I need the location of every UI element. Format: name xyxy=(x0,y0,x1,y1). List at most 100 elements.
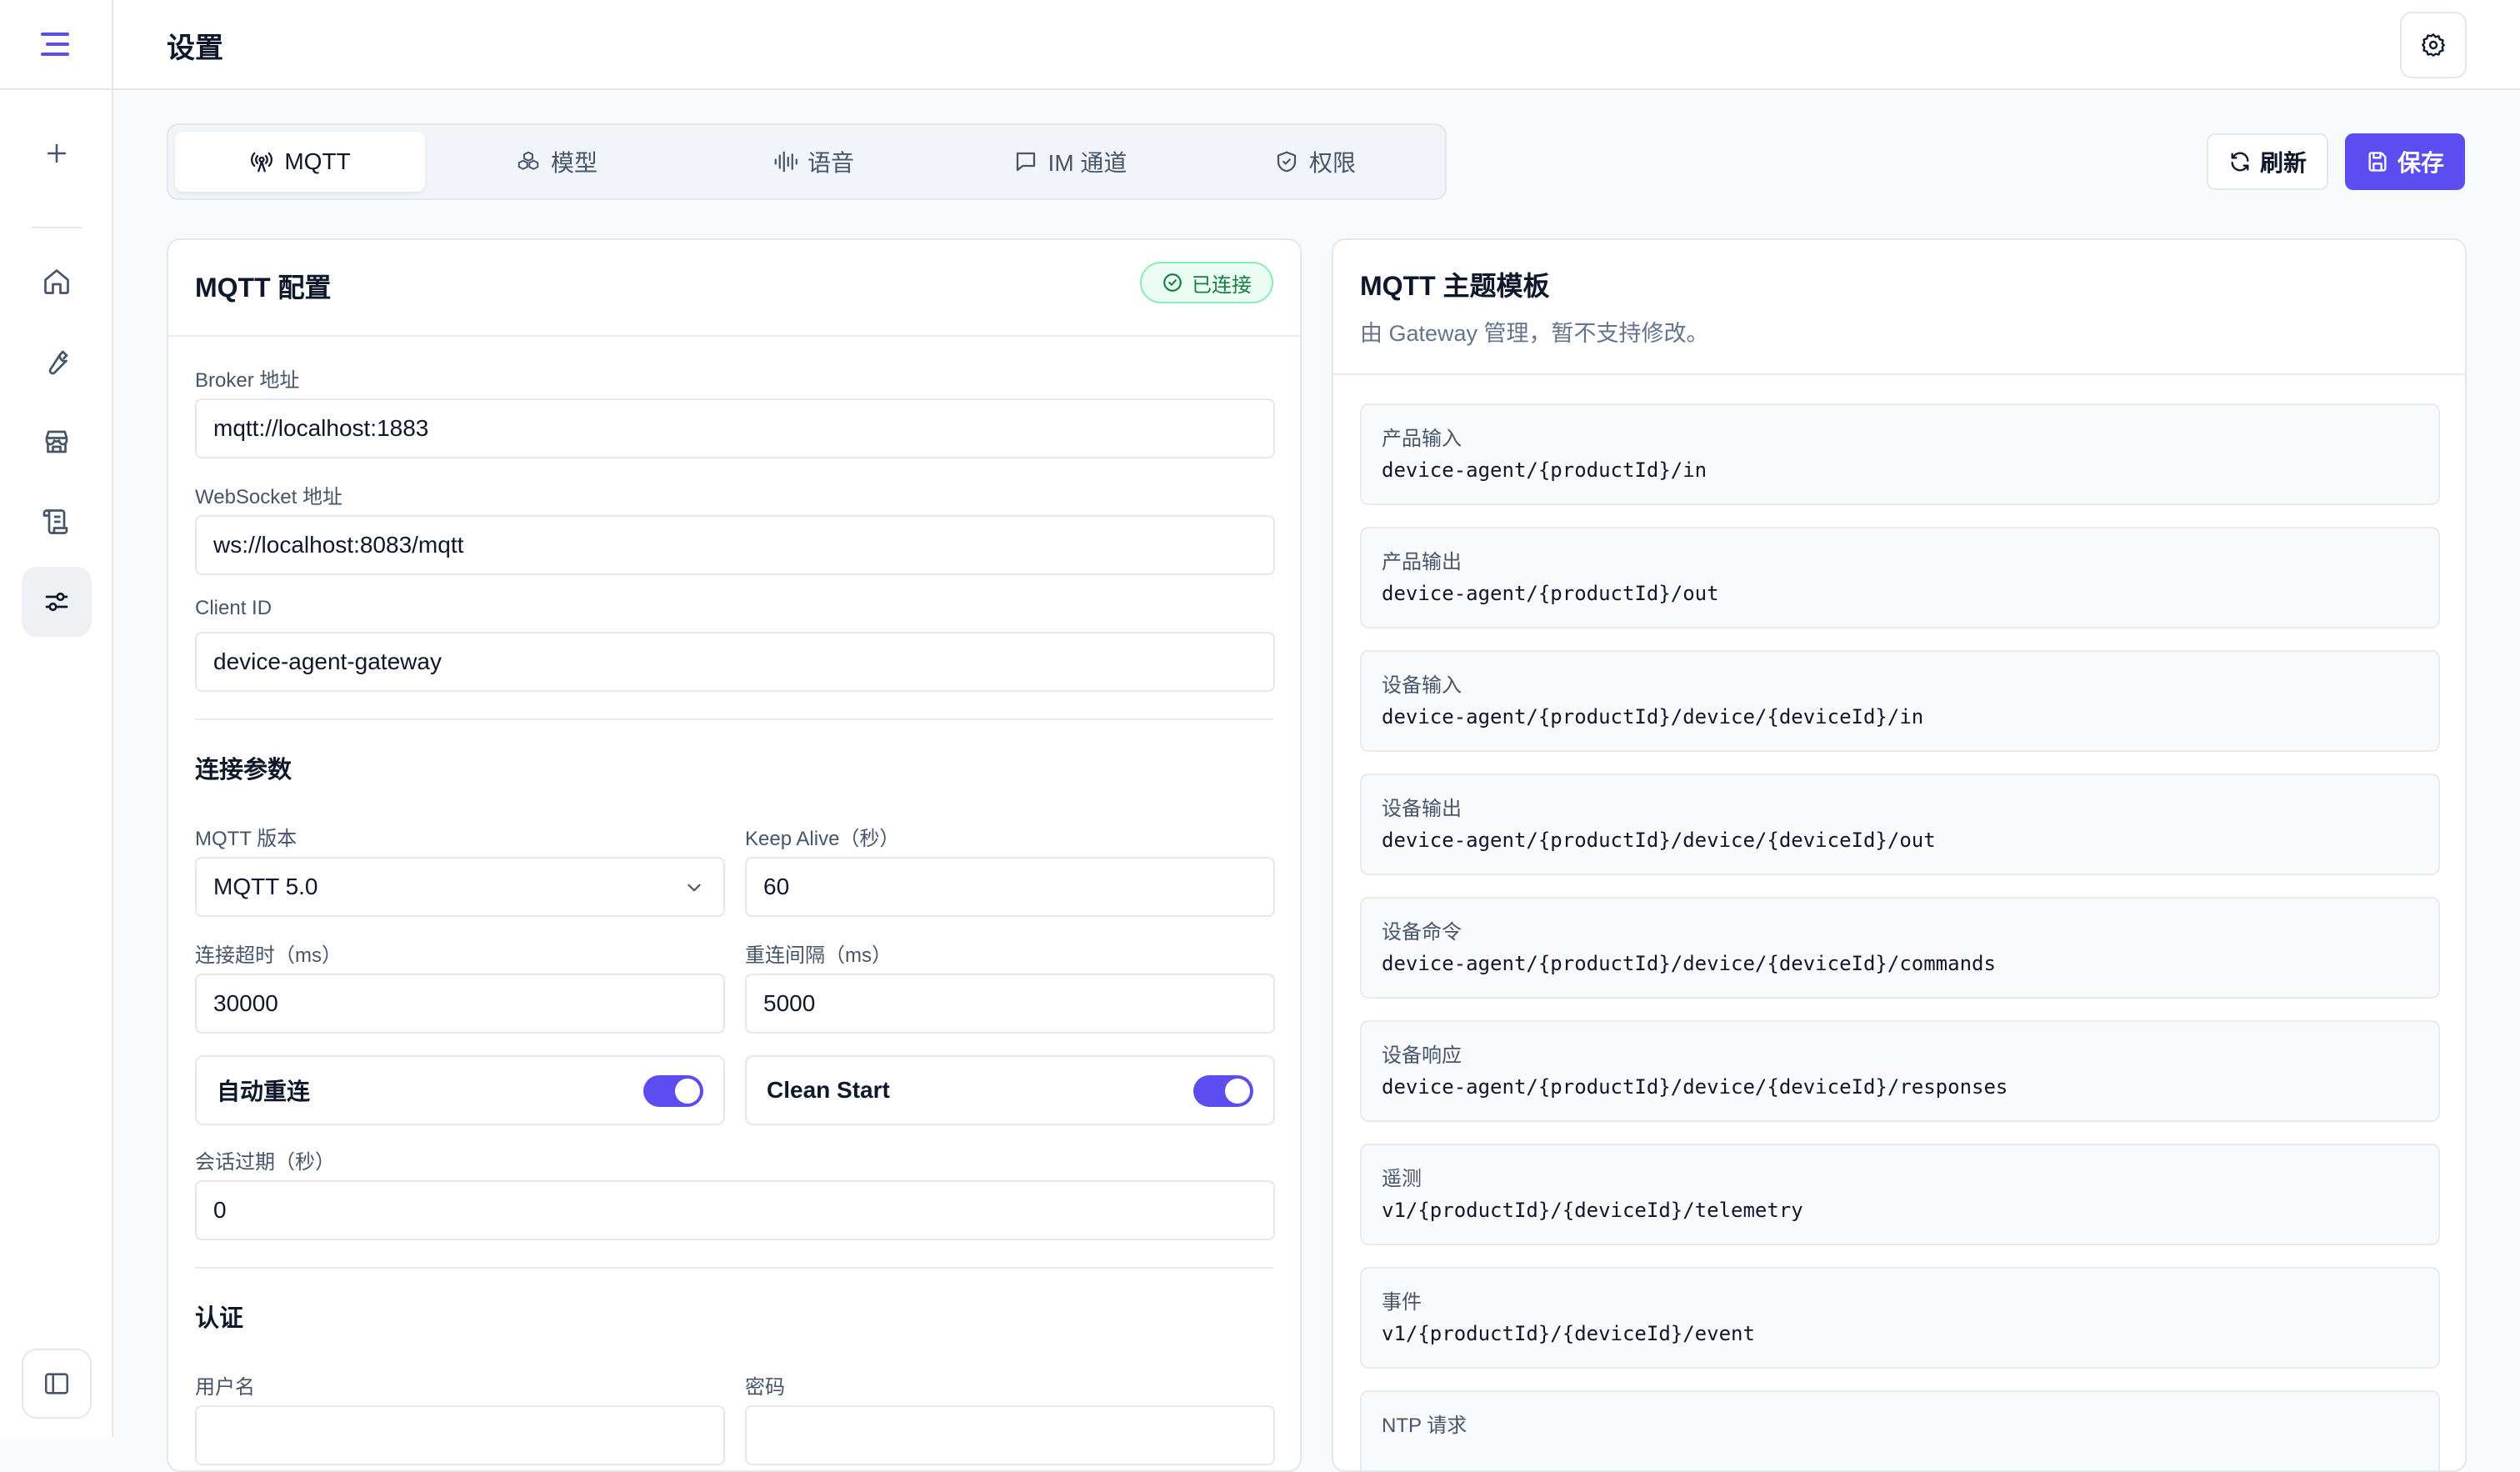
topic-value: device-agent/{productId}/in xyxy=(1382,458,1708,482)
save-label: 保存 xyxy=(2397,150,2444,176)
topic-name: 产品输入 xyxy=(1382,428,1462,450)
sidebar-item-home[interactable] xyxy=(22,247,92,317)
tab-label: 语音 xyxy=(807,150,854,176)
broker-input[interactable]: mqtt://localhost:1883 xyxy=(195,398,1275,458)
topic-value: device-agent/{productId}/device/{deviceI… xyxy=(1382,1075,2008,1099)
gear-icon xyxy=(2420,32,2447,58)
username-label: 用户名 xyxy=(195,1376,255,1399)
tab-label: IM 通道 xyxy=(1048,150,1128,176)
topic-value: device-agent/{productId}/out xyxy=(1382,582,1719,605)
tab-model[interactable]: 模型 xyxy=(432,132,682,192)
topic-name: 遥测 xyxy=(1382,1168,1422,1190)
auto-reconnect-toggle[interactable] xyxy=(643,1075,703,1107)
page-title: 设置 xyxy=(167,33,223,64)
sidebar-item-store[interactable] xyxy=(22,407,92,477)
tab-permission[interactable]: 权限 xyxy=(1190,132,1440,192)
refresh-label: 刷新 xyxy=(2259,150,2307,176)
mqtt-version-select[interactable]: MQTT 5.0 xyxy=(195,857,725,917)
topic-item: 遥测 v1/{productId}/{deviceId}/telemetry xyxy=(1360,1144,2440,1245)
toggle-knob xyxy=(1225,1079,1250,1104)
refresh-icon xyxy=(2228,150,2252,173)
topic-value: v1/{productId}/{deviceId}/event xyxy=(1382,1322,1755,1345)
broker-label: Broker 地址 xyxy=(195,369,300,392)
sliders-icon xyxy=(42,587,72,617)
collapse-sidebar-button[interactable] xyxy=(22,1349,92,1419)
mqtt-config-card: MQTT 配置 已连接 Broker 地址 mqtt://localhost:1… xyxy=(167,238,1302,1472)
tab-label: 模型 xyxy=(550,150,598,176)
scroll-icon xyxy=(42,507,72,537)
tab-im-channel[interactable]: IM 通道 xyxy=(945,132,1195,192)
tab-voice[interactable]: 语音 xyxy=(688,132,938,192)
card-header: MQTT 主题模板 由 Gateway 管理，暂不支持修改。 xyxy=(1333,240,2465,375)
panel-left-icon xyxy=(42,1369,71,1398)
topic-value: device-agent/{productId}/device/{deviceI… xyxy=(1382,952,1996,975)
topic-item: 设备响应 device-agent/{productId}/device/{de… xyxy=(1360,1020,2440,1122)
topic-item: 设备输出 device-agent/{productId}/device/{de… xyxy=(1360,774,2440,875)
header-settings-button[interactable] xyxy=(2400,12,2467,78)
topic-value: v1/{productId}/{deviceId}/telemetry xyxy=(1382,1199,1803,1222)
store-icon xyxy=(42,427,72,457)
keep-alive-input[interactable]: 60 xyxy=(745,857,1275,917)
clean-start-row: Clean Start xyxy=(745,1055,1275,1125)
clean-start-toggle[interactable] xyxy=(1193,1075,1253,1107)
password-input[interactable] xyxy=(745,1405,1275,1465)
settings-tabs: MQTT 模型 语音 IM 通道 权限 xyxy=(167,123,1447,200)
sidebar-item-tools[interactable] xyxy=(22,327,92,397)
topic-value: device-agent/{productId}/device/{deviceI… xyxy=(1382,705,1924,728)
chevron-down-icon xyxy=(683,877,705,899)
topic-name: 设备输出 xyxy=(1382,798,1462,820)
topic-name: NTP 请求 xyxy=(1382,1414,1468,1437)
check-circle-icon xyxy=(1162,272,1183,293)
refresh-button[interactable]: 刷新 xyxy=(2207,133,2328,190)
tab-mqtt[interactable]: MQTT xyxy=(175,132,425,192)
tab-label: 权限 xyxy=(1308,150,1356,176)
menu-logo-icon[interactable] xyxy=(39,31,72,58)
topic-name: 设备输入 xyxy=(1382,674,1462,697)
topic-item: 设备输入 device-agent/{productId}/device/{de… xyxy=(1360,650,2440,752)
antenna-icon xyxy=(249,149,274,174)
sidebar-divider xyxy=(32,227,82,228)
client-id-label: Client ID xyxy=(195,597,272,619)
client-id-input[interactable]: device-agent-gateway xyxy=(195,632,1275,692)
sidebar-item-settings[interactable] xyxy=(22,567,92,637)
card-header: MQTT 配置 已连接 xyxy=(168,240,1300,337)
sidebar xyxy=(0,0,113,1437)
topic-item: 设备命令 device-agent/{productId}/device/{de… xyxy=(1360,897,2440,999)
topic-item: 事件 v1/{productId}/{deviceId}/event xyxy=(1360,1267,2440,1369)
username-input[interactable] xyxy=(195,1405,725,1465)
auth-section-title: 认证 xyxy=(195,1305,244,1332)
section-divider xyxy=(195,718,1273,720)
wrench-icon xyxy=(42,347,72,377)
plus-icon xyxy=(42,139,71,168)
tab-label: MQTT xyxy=(284,148,351,174)
sidebar-brand xyxy=(0,0,112,90)
session-expiry-label: 会话过期（秒） xyxy=(195,1151,335,1174)
message-square-icon xyxy=(1013,149,1038,174)
topic-value: device-agent/{productId}/device/{deviceI… xyxy=(1382,829,1936,852)
topic-name: 设备响应 xyxy=(1382,1044,1462,1067)
websocket-label: WebSocket 地址 xyxy=(195,486,342,508)
save-icon xyxy=(2366,150,2389,173)
audio-wave-icon xyxy=(772,149,798,174)
topic-name: 产品输出 xyxy=(1382,551,1462,573)
keep-alive-label: Keep Alive（秒） xyxy=(745,828,900,850)
reconnect-interval-input[interactable]: 5000 xyxy=(745,974,1275,1034)
session-expiry-input[interactable]: 0 xyxy=(195,1180,1275,1240)
topic-name: 设备命令 xyxy=(1382,921,1462,944)
websocket-input[interactable]: ws://localhost:8083/mqtt xyxy=(195,515,1275,575)
topic-item: 产品输出 device-agent/{productId}/out xyxy=(1360,527,2440,628)
status-badge: 已连接 xyxy=(1140,262,1273,303)
reconnect-interval-label: 重连间隔（ms） xyxy=(745,944,892,967)
new-button[interactable] xyxy=(22,118,92,188)
auto-reconnect-label: 自动重连 xyxy=(217,1079,311,1104)
auto-reconnect-row: 自动重连 xyxy=(195,1055,725,1125)
top-header: 设置 xyxy=(113,0,2520,90)
card-title: MQTT 主题模板 xyxy=(1360,271,1550,301)
topic-item: 产品输入 device-agent/{productId}/in xyxy=(1360,403,2440,505)
connect-timeout-input[interactable]: 30000 xyxy=(195,974,725,1034)
sidebar-item-logs[interactable] xyxy=(22,487,92,557)
mqtt-topics-card: MQTT 主题模板 由 Gateway 管理，暂不支持修改。 产品输入 devi… xyxy=(1332,238,2467,1472)
home-icon xyxy=(42,267,72,297)
save-button[interactable]: 保存 xyxy=(2345,133,2465,190)
boxes-icon xyxy=(516,149,541,174)
